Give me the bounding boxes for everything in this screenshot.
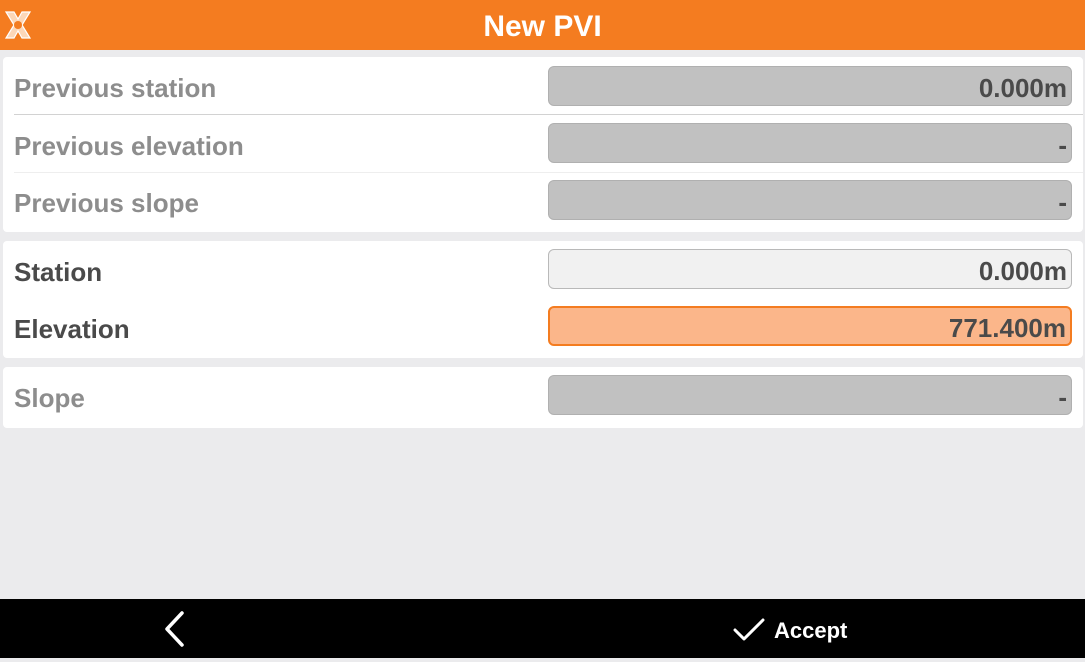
previous-station-row: Previous station 0.000m: [3, 57, 1083, 114]
previous-slope-row: Previous slope -: [3, 172, 1083, 229]
slope-row: Slope -: [3, 367, 1083, 424]
station-label: Station: [14, 257, 103, 287]
station-input[interactable]: 0.000m: [548, 249, 1072, 289]
slope-field: -: [548, 375, 1072, 415]
slope-label: Slope: [14, 383, 85, 413]
page-title: New PVI: [483, 10, 602, 43]
accept-button[interactable]: Accept: [725, 599, 865, 658]
previous-elevation-field: -: [548, 123, 1072, 163]
previous-station-label: Previous station: [14, 73, 217, 103]
previous-values-panel: Previous station 0.000m Previous elevati…: [3, 57, 1083, 232]
station-row: Station 0.000m: [3, 241, 1083, 298]
current-values-panel: Station 0.000m Elevation 771.400m: [3, 241, 1083, 358]
chevron-left-icon: [165, 611, 184, 647]
title-bar: New PVI: [0, 0, 1085, 50]
elevation-row: Elevation 771.400m: [3, 298, 1083, 355]
previous-elevation-row: Previous elevation -: [3, 115, 1083, 172]
previous-slope-field: -: [548, 180, 1072, 220]
elevation-label: Elevation: [14, 314, 130, 344]
elevation-input[interactable]: 771.400m: [548, 306, 1072, 346]
bottom-toolbar: Accept: [0, 599, 1085, 658]
accept-label: Accept: [774, 618, 848, 643]
slope-panel: Slope -: [3, 367, 1083, 428]
previous-elevation-label: Previous elevation: [14, 131, 244, 161]
checkmark-icon: [733, 618, 765, 641]
previous-slope-label: Previous slope: [14, 188, 199, 218]
previous-station-field: 0.000m: [548, 66, 1072, 106]
back-button[interactable]: [145, 599, 205, 658]
